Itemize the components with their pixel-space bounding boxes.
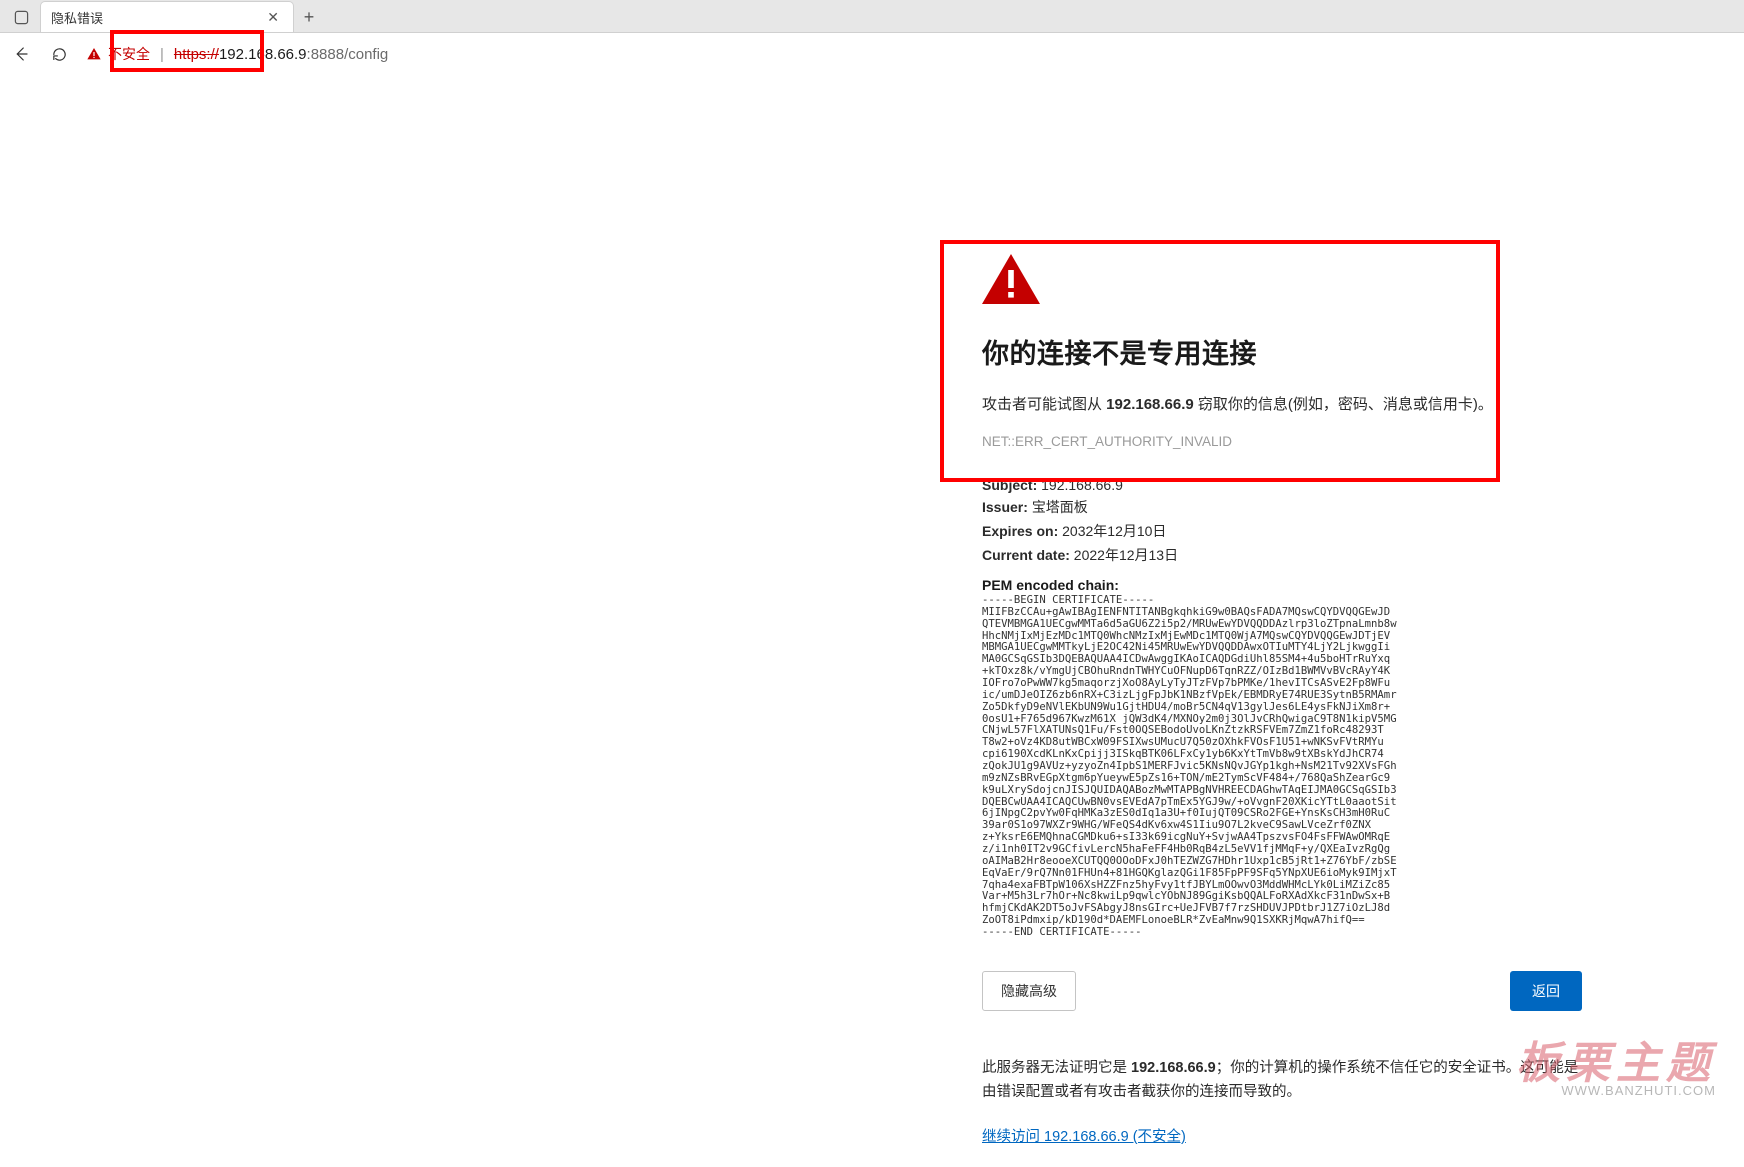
explanation-text: 此服务器无法证明它是 192.168.66.9；你的计算机的操作系统不信任它的安… <box>982 1057 1582 1105</box>
arrow-left-icon <box>12 45 30 63</box>
button-row: 隐藏高级 返回 <box>982 971 1582 1011</box>
cert-issuer: Issuer: 宝塔面板 <box>982 497 1602 517</box>
hide-advanced-button[interactable]: 隐藏高级 <box>982 971 1076 1011</box>
security-label: 不安全 <box>108 44 150 64</box>
tab-close-button[interactable]: ✕ <box>263 9 283 26</box>
reload-button[interactable] <box>44 39 74 69</box>
tab-overview-button[interactable] <box>6 2 36 32</box>
cert-expires: Expires on: 2032年12月10日 <box>982 521 1602 541</box>
pem-chain[interactable]: -----BEGIN CERTIFICATE----- MIIFBzCCAu+g… <box>982 595 1602 939</box>
toolbar: 不安全 | https:// 192.168.66.9 :8888/config <box>0 33 1744 76</box>
interstitial-subtext: 攻击者可能试图从 192.168.66.9 窃取你的信息(例如，密码、消息或信用… <box>982 393 1602 414</box>
new-tab-button[interactable]: + <box>294 2 324 32</box>
url-scheme: https:// <box>174 46 219 63</box>
explain-host: 192.168.66.9 <box>1131 1060 1216 1076</box>
warning-triangle-icon <box>86 46 102 62</box>
security-chip[interactable]: 不安全 <box>86 44 150 64</box>
proceed-unsafe-link[interactable]: 继续访问 192.168.66.9 (不安全) <box>982 1125 1186 1146</box>
url-host: 192.168.66.9 <box>219 46 307 63</box>
reload-icon <box>51 46 68 63</box>
browser-tab[interactable]: 隐私错误 ✕ <box>40 1 294 32</box>
interstitial-content: 你的连接不是专用连接 攻击者可能试图从 192.168.66.9 窃取你的信息(… <box>982 254 1602 1146</box>
pem-label: PEM encoded chain: <box>982 577 1602 593</box>
explain-prefix: 此服务器无法证明它是 <box>982 1060 1131 1076</box>
subtext-prefix: 攻击者可能试图从 <box>982 396 1106 413</box>
address-bar[interactable]: 不安全 | https:// 192.168.66.9 :8888/config <box>82 39 1738 69</box>
cert-current-date: Current date: 2022年12月13日 <box>982 545 1602 565</box>
error-code[interactable]: NET::ERR_CERT_AUTHORITY_INVALID <box>982 434 1602 449</box>
panel-icon <box>14 10 29 25</box>
back-to-safety-button[interactable]: 返回 <box>1510 971 1582 1011</box>
subtext-suffix: 窃取你的信息(例如，密码、消息或信用卡)。 <box>1194 396 1493 413</box>
address-divider: | <box>160 46 164 63</box>
titlebar: 隐私错误 ✕ + <box>0 0 1744 33</box>
tab-title: 隐私错误 <box>51 8 263 27</box>
page-body: 你的连接不是专用连接 攻击者可能试图从 192.168.66.9 窃取你的信息(… <box>0 74 1744 1167</box>
big-warning-icon <box>982 254 1040 304</box>
interstitial-heading: 你的连接不是专用连接 <box>982 332 1602 371</box>
back-button[interactable] <box>6 39 36 69</box>
subtext-host: 192.168.66.9 <box>1106 396 1194 413</box>
url-path: :8888/config <box>307 46 389 63</box>
cert-subject: Subject: 192.168.66.9 <box>982 477 1602 493</box>
